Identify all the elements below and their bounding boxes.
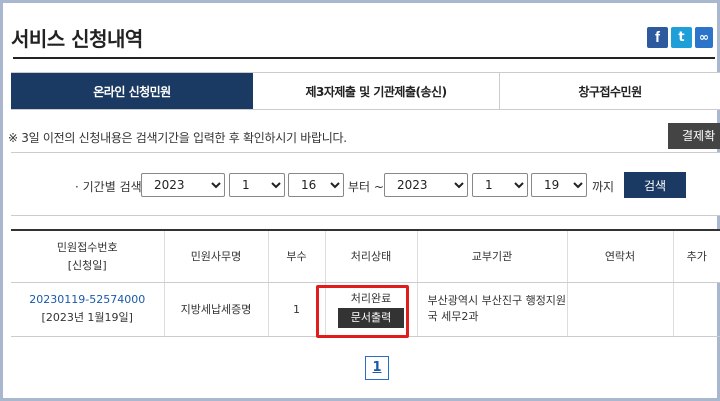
- tab-third-party-submission[interactable]: 제3자제출 및 기관제출(송신): [253, 73, 500, 109]
- page-number-current[interactable]: 1: [365, 356, 389, 380]
- end-month-select[interactable]: 1: [472, 173, 528, 197]
- print-button-highlight: [316, 285, 409, 338]
- col-receipt-no: 민원접수번호 [신청일]: [11, 230, 164, 283]
- search-button[interactable]: 검색: [624, 172, 686, 198]
- service-name-cell: 지방세납세증명: [163, 282, 268, 337]
- col-status-label: 처리상태: [350, 250, 392, 264]
- end-year-select[interactable]: 2023: [384, 173, 468, 197]
- receipt-cell: 20230119-52574000 [2023년 1월19일]: [11, 282, 164, 337]
- col-service-name-label: 민원사무명: [190, 250, 242, 264]
- agency-cell: 부산광역시 부산진구 행정지원국 세무2과: [416, 282, 567, 337]
- twitter-share-icon[interactable]: t: [671, 27, 692, 48]
- col-copies: 부수: [267, 230, 325, 283]
- start-month-select[interactable]: 1: [229, 173, 285, 197]
- notice-text: ※ 3일 이전의 신청내용은 검색기간을 입력한 후 확인하시기 바랍니다.: [8, 131, 347, 145]
- start-day-select[interactable]: 16: [288, 173, 344, 197]
- start-year-select[interactable]: 2023: [141, 173, 225, 197]
- tab-bar: 온라인 신청민원 제3자제출 및 기관제출(송신) 창구접수민원: [11, 72, 720, 110]
- col-agency: 교부기관: [416, 230, 567, 283]
- col-copies-label: 부수: [286, 250, 307, 264]
- tab-online-applications[interactable]: 온라인 신청민원: [11, 73, 253, 109]
- col-extra: 추가: [672, 230, 720, 283]
- period-search-panel: · 기간별 검색 2023 1 16 부터 ~ 2023 1 19 까지 검색: [11, 152, 720, 216]
- extra-cell: [672, 282, 720, 337]
- col-contact: 연락처: [566, 230, 673, 283]
- col-extra-label: 추가: [686, 250, 707, 264]
- contact-cell: [566, 282, 673, 337]
- col-receipt-date-label: [신청일]: [67, 259, 107, 273]
- period-search-label: · 기간별 검색: [75, 180, 142, 194]
- col-receipt-no-label: 민원접수번호: [56, 241, 118, 255]
- link-share-icon[interactable]: ∞: [695, 27, 713, 48]
- to-label: 까지: [592, 180, 615, 194]
- receipt-date: [2023년 1월19일]: [41, 311, 133, 324]
- from-label: 부터 ~: [348, 180, 384, 194]
- table-header-row: 민원접수번호 [신청일] 민원사무명 부수 처리상태 교부기관 연락처 추가: [11, 230, 720, 283]
- col-status: 처리상태: [324, 230, 417, 283]
- end-day-select[interactable]: 19: [531, 173, 587, 197]
- title-divider: [13, 57, 715, 59]
- col-contact-label: 연락처: [604, 250, 636, 264]
- receipt-number-link[interactable]: 20230119-52574000: [11, 293, 164, 306]
- tab-counter-applications[interactable]: 창구접수민원: [500, 73, 720, 109]
- col-service-name: 민원사무명: [163, 230, 268, 283]
- page-title: 서비스 신청내역: [11, 27, 143, 51]
- facebook-share-icon[interactable]: f: [647, 27, 668, 48]
- col-agency-label: 교부기관: [471, 250, 513, 264]
- payment-confirm-button[interactable]: 결제확: [668, 123, 720, 149]
